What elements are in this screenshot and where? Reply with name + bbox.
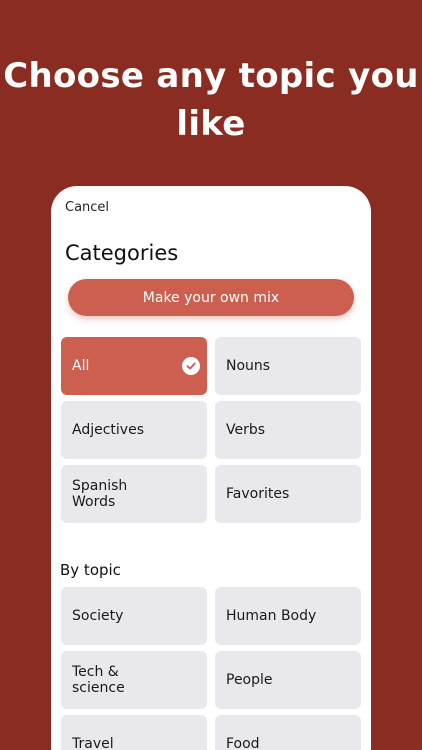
categories-title: Categories <box>65 241 179 265</box>
category-label: All <box>72 358 90 374</box>
topic-label: Travel <box>72 736 114 750</box>
topic-tile-tech-science[interactable]: Tech & science <box>61 651 207 709</box>
topic-tile-people[interactable]: People <box>215 651 361 709</box>
category-label: Verbs <box>226 422 266 438</box>
topic-label: Tech & science <box>72 664 125 696</box>
phone-screen: Cancel Categories Make your own mix All … <box>51 186 371 750</box>
topic-label: Human Body <box>226 608 317 624</box>
checkmark-icon <box>182 357 200 375</box>
category-tile-favorites[interactable]: Favorites <box>215 465 361 523</box>
category-label: Nouns <box>226 358 271 374</box>
topic-tile-human-body[interactable]: Human Body <box>215 587 361 645</box>
categories-grid: All Nouns Adjectives Verbs Spanish Words… <box>61 337 362 523</box>
topic-label: People <box>226 672 273 688</box>
category-tile-spanish-words[interactable]: Spanish Words <box>61 465 207 523</box>
category-label: Spanish Words <box>72 478 128 510</box>
category-tile-all[interactable]: All <box>61 337 207 395</box>
headline: Choose any topic you like <box>3 56 419 144</box>
category-tile-adjectives[interactable]: Adjectives <box>61 401 207 459</box>
by-topic-title: By topic <box>60 561 121 579</box>
cancel-button[interactable]: Cancel <box>65 200 109 215</box>
topics-grid: Society Human Body Tech & science People… <box>61 587 362 750</box>
category-tile-verbs[interactable]: Verbs <box>215 401 361 459</box>
topic-tile-food[interactable]: Food <box>215 715 361 750</box>
category-label: Adjectives <box>72 422 144 438</box>
topic-label: Food <box>226 736 260 750</box>
make-your-own-mix-button[interactable]: Make your own mix <box>68 279 354 316</box>
category-label: Favorites <box>226 486 290 502</box>
topic-tile-travel[interactable]: Travel <box>61 715 207 750</box>
topic-label: Society <box>72 608 124 624</box>
topic-tile-society[interactable]: Society <box>61 587 207 645</box>
category-tile-nouns[interactable]: Nouns <box>215 337 361 395</box>
